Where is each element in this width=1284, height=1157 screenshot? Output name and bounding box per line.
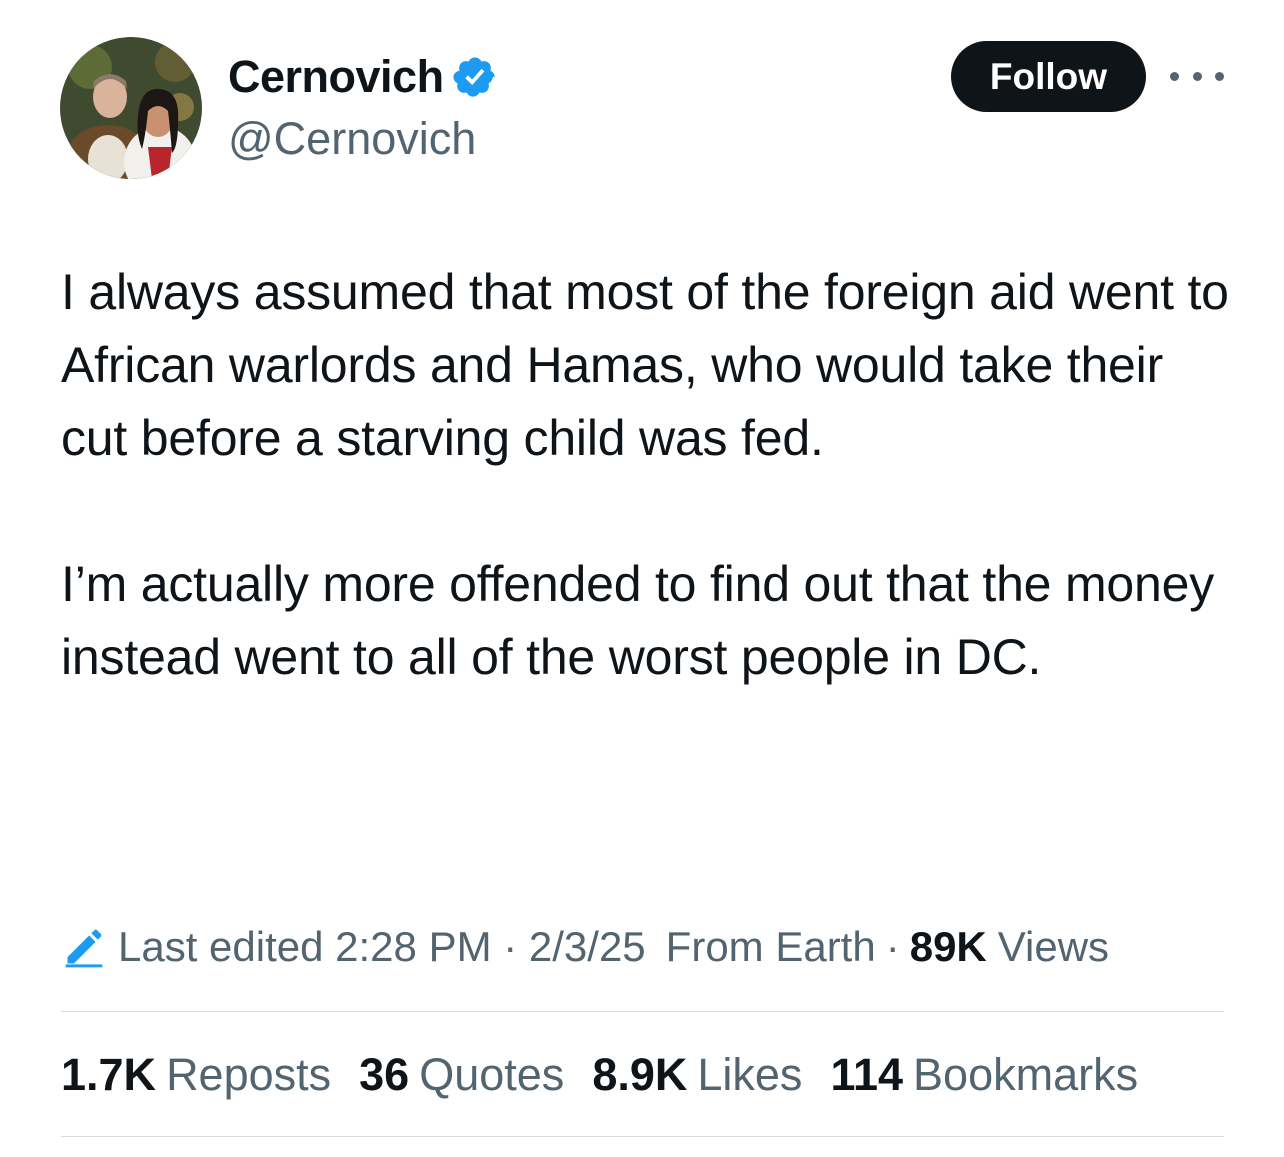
last-edited-link[interactable]: Last edited 2:28 PM · 2/3/25 (118, 918, 646, 976)
meta-separator: · (885, 923, 900, 970)
more-horizontal-icon[interactable] (1170, 58, 1224, 94)
quotes-stat[interactable]: 36 Quotes (359, 1044, 564, 1106)
stat-count: 1.7K (61, 1049, 157, 1100)
stat-label: Reposts (166, 1049, 332, 1100)
author-display-name[interactable]: Cernovich (228, 50, 444, 104)
stat-count: 36 (359, 1049, 410, 1100)
likes-stat[interactable]: 8.9K Likes (592, 1044, 802, 1106)
more-dot (1215, 71, 1224, 81)
more-dot (1192, 71, 1202, 81)
stat-label: Quotes (419, 1049, 565, 1100)
stat-count: 8.9K (592, 1049, 688, 1100)
tweet-paragraph: I’m actually more offended to find out t… (61, 556, 1215, 685)
avatar-image (60, 37, 202, 179)
pencil-icon (65, 929, 103, 968)
avatar[interactable] (60, 37, 202, 179)
divider (61, 1136, 1224, 1137)
author-name-row[interactable]: Cernovich (228, 50, 498, 104)
tweet-meta: Last edited 2:28 PM · 2/3/25 From Earth … (62, 918, 1109, 976)
author-handle[interactable]: @Cernovich (228, 112, 476, 166)
engagement-stats: 1.7K Reposts 36 Quotes 8.9K Likes 114 Bookma… (61, 1044, 1166, 1106)
views-count: 89K (909, 923, 987, 970)
bookmarks-stat[interactable]: 114 Bookmarks (830, 1044, 1138, 1106)
location-text: From Earth (665, 923, 876, 970)
tweet-paragraph: I always assumed that most of the foreig… (61, 264, 1229, 466)
stat-label: Bookmarks (913, 1049, 1139, 1100)
stat-label: Likes (697, 1049, 803, 1100)
follow-button[interactable]: Follow (951, 41, 1146, 112)
stat-count: 114 (830, 1049, 904, 1100)
divider (61, 1011, 1224, 1012)
reposts-stat[interactable]: 1.7K Reposts (61, 1044, 331, 1106)
verified-badge-icon (452, 54, 498, 100)
views-label: Views (997, 923, 1110, 970)
more-dot (1170, 71, 1179, 81)
tweet-text: I always assumed that most of the foreig… (61, 256, 1231, 694)
